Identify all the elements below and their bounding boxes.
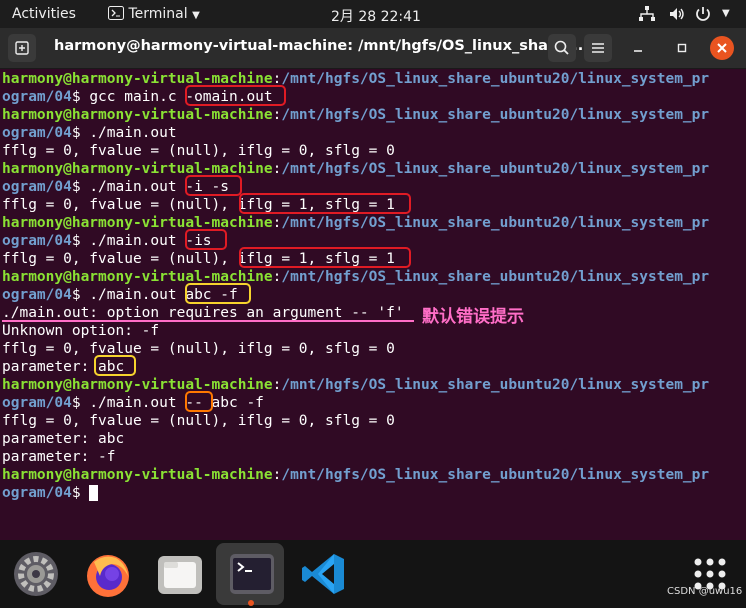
prompt-line: harmony@harmony-virtual-machine:/mnt/hgf…	[2, 214, 709, 232]
command-line: ogram/04$ ./main.out -is	[2, 232, 212, 250]
output-line: parameter: -f	[2, 449, 116, 465]
hamburger-menu-icon	[592, 43, 604, 53]
dock-vscode[interactable]	[298, 548, 350, 600]
highlight-box-flags-1	[239, 193, 411, 214]
prompt-user: harmony@harmony-virtual-machine	[2, 377, 273, 393]
dock: CSDN @uwu16	[0, 540, 746, 608]
running-indicator	[248, 600, 254, 606]
volume-icon[interactable]	[668, 5, 686, 23]
prompt-path: /mnt/hgfs/OS_linux_share_ubuntu20/linux_…	[281, 377, 710, 393]
minimize-button[interactable]	[630, 40, 646, 60]
prompt-line: harmony@harmony-virtual-machine:/mnt/hgf…	[2, 376, 709, 394]
prompt-path: ogram/04	[2, 179, 72, 195]
terminal-output[interactable]: harmony@harmony-virtual-machine:/mnt/hgf…	[0, 69, 746, 540]
vscode-icon	[302, 554, 344, 594]
terminal-app-menu[interactable]: Terminal ▼	[108, 6, 200, 22]
chevron-down-icon: ▼	[192, 10, 200, 21]
command-line: ogram/04$ ./main.out	[2, 124, 177, 142]
error-annotation: 默认错误提示	[422, 307, 524, 327]
prompt-dollar: $	[71, 89, 90, 105]
output-line: fflg = 0, fvalue = (null), iflg = 0, sfl…	[2, 413, 395, 429]
prompt-line: harmony@harmony-virtual-machine:/mnt/hgf…	[2, 106, 709, 124]
new-tab-icon	[15, 41, 29, 55]
watermark: CSDN @uwu16	[667, 586, 743, 597]
prompt-dollar: $	[71, 287, 90, 303]
dock-firefox[interactable]	[82, 548, 134, 600]
terminal-icon	[230, 554, 274, 594]
prompt-line: harmony@harmony-virtual-machine:/mnt/hgf…	[2, 268, 709, 286]
terminal-cursor	[89, 485, 99, 501]
command-text: ./main.out -- abc -f	[89, 395, 264, 411]
prompt-dollar: $	[71, 233, 90, 249]
highlight-box-double-dash	[185, 391, 213, 412]
prompt-dollar: $	[71, 485, 90, 501]
prompt-path: /mnt/hgfs/OS_linux_share_ubuntu20/linux_…	[281, 269, 710, 285]
highlight-box-abc	[94, 355, 136, 376]
prompt-path: /mnt/hgfs/OS_linux_share_ubuntu20/linux_…	[281, 467, 710, 483]
prompt-path: ogram/04	[2, 485, 72, 501]
command-line: ogram/04$	[2, 484, 99, 502]
prompt-dollar: $	[71, 125, 90, 141]
prompt-path: /mnt/hgfs/OS_linux_share_ubuntu20/linux_…	[281, 107, 710, 123]
new-tab-button[interactable]	[8, 34, 36, 62]
prompt-line: harmony@harmony-virtual-machine:/mnt/hgf…	[2, 160, 709, 178]
maximize-button[interactable]	[674, 40, 690, 60]
prompt-line: harmony@harmony-virtual-machine:/mnt/hgf…	[2, 70, 709, 88]
prompt-path: /mnt/hgfs/OS_linux_share_ubuntu20/linux_…	[281, 71, 710, 87]
highlight-box-abc-f	[185, 283, 251, 304]
output-line: Unknown option: -f	[2, 323, 160, 339]
firefox-icon	[87, 555, 129, 597]
dock-settings[interactable]	[10, 548, 62, 600]
prompt-path: ogram/04	[2, 233, 72, 249]
highlight-box-i-s	[185, 175, 242, 196]
power-icon[interactable]	[694, 5, 712, 23]
minimize-icon	[634, 50, 642, 52]
prompt-path: ogram/04	[2, 395, 72, 411]
prompt-user: harmony@harmony-virtual-machine	[2, 467, 273, 483]
network-icon[interactable]	[638, 5, 656, 23]
search-icon	[554, 40, 569, 55]
activities-button[interactable]: Activities	[12, 6, 76, 22]
prompt-user: harmony@harmony-virtual-machine	[2, 107, 273, 123]
prompt-user: harmony@harmony-virtual-machine	[2, 215, 273, 231]
command-text: ./main.out	[89, 125, 177, 141]
close-button[interactable]	[710, 36, 734, 60]
close-icon	[717, 43, 727, 53]
menu-button[interactable]	[584, 34, 612, 62]
highlight-box-flags-2	[239, 247, 411, 268]
terminal-small-icon	[108, 6, 124, 20]
output-line: fflg = 0, fvalue = (null), iflg = 0, sfl…	[2, 341, 395, 357]
output-line: fflg = 0, fvalue = (null), iflg = 0, sfl…	[2, 143, 395, 159]
files-icon	[158, 556, 202, 594]
output-line: parameter: abc	[2, 431, 125, 447]
command-line: ogram/04$ ./main.out -- abc -f	[2, 394, 264, 412]
maximize-icon	[677, 43, 687, 53]
search-button[interactable]	[548, 34, 576, 62]
prompt-dollar: $	[71, 395, 90, 411]
window-title: harmony@harmony-virtual-machine: /mnt/hg…	[54, 38, 589, 54]
top-bar: Activities Terminal ▼ 2月 28 22:41 ▼	[0, 0, 746, 28]
prompt-path: /mnt/hgfs/OS_linux_share_ubuntu20/linux_…	[281, 161, 710, 177]
highlight-box-is	[185, 229, 227, 250]
dock-files[interactable]	[154, 548, 206, 600]
window-titlebar: harmony@harmony-virtual-machine: /mnt/hg…	[0, 28, 746, 69]
prompt-path: ogram/04	[2, 89, 72, 105]
error-underline	[2, 320, 414, 322]
app-menu-label: Terminal	[128, 6, 188, 22]
highlight-box-omain	[185, 85, 286, 106]
prompt-path: ogram/04	[2, 125, 72, 141]
dock-terminal[interactable]	[226, 548, 278, 600]
prompt-path: ogram/04	[2, 287, 72, 303]
clock[interactable]: 2月 28 22:41	[331, 6, 421, 26]
system-menu-chevron-icon[interactable]: ▼	[722, 8, 730, 19]
settings-icon	[14, 552, 58, 596]
prompt-line: harmony@harmony-virtual-machine:/mnt/hgf…	[2, 466, 709, 484]
prompt-path: /mnt/hgfs/OS_linux_share_ubuntu20/linux_…	[281, 215, 710, 231]
prompt-dollar: $	[71, 179, 90, 195]
